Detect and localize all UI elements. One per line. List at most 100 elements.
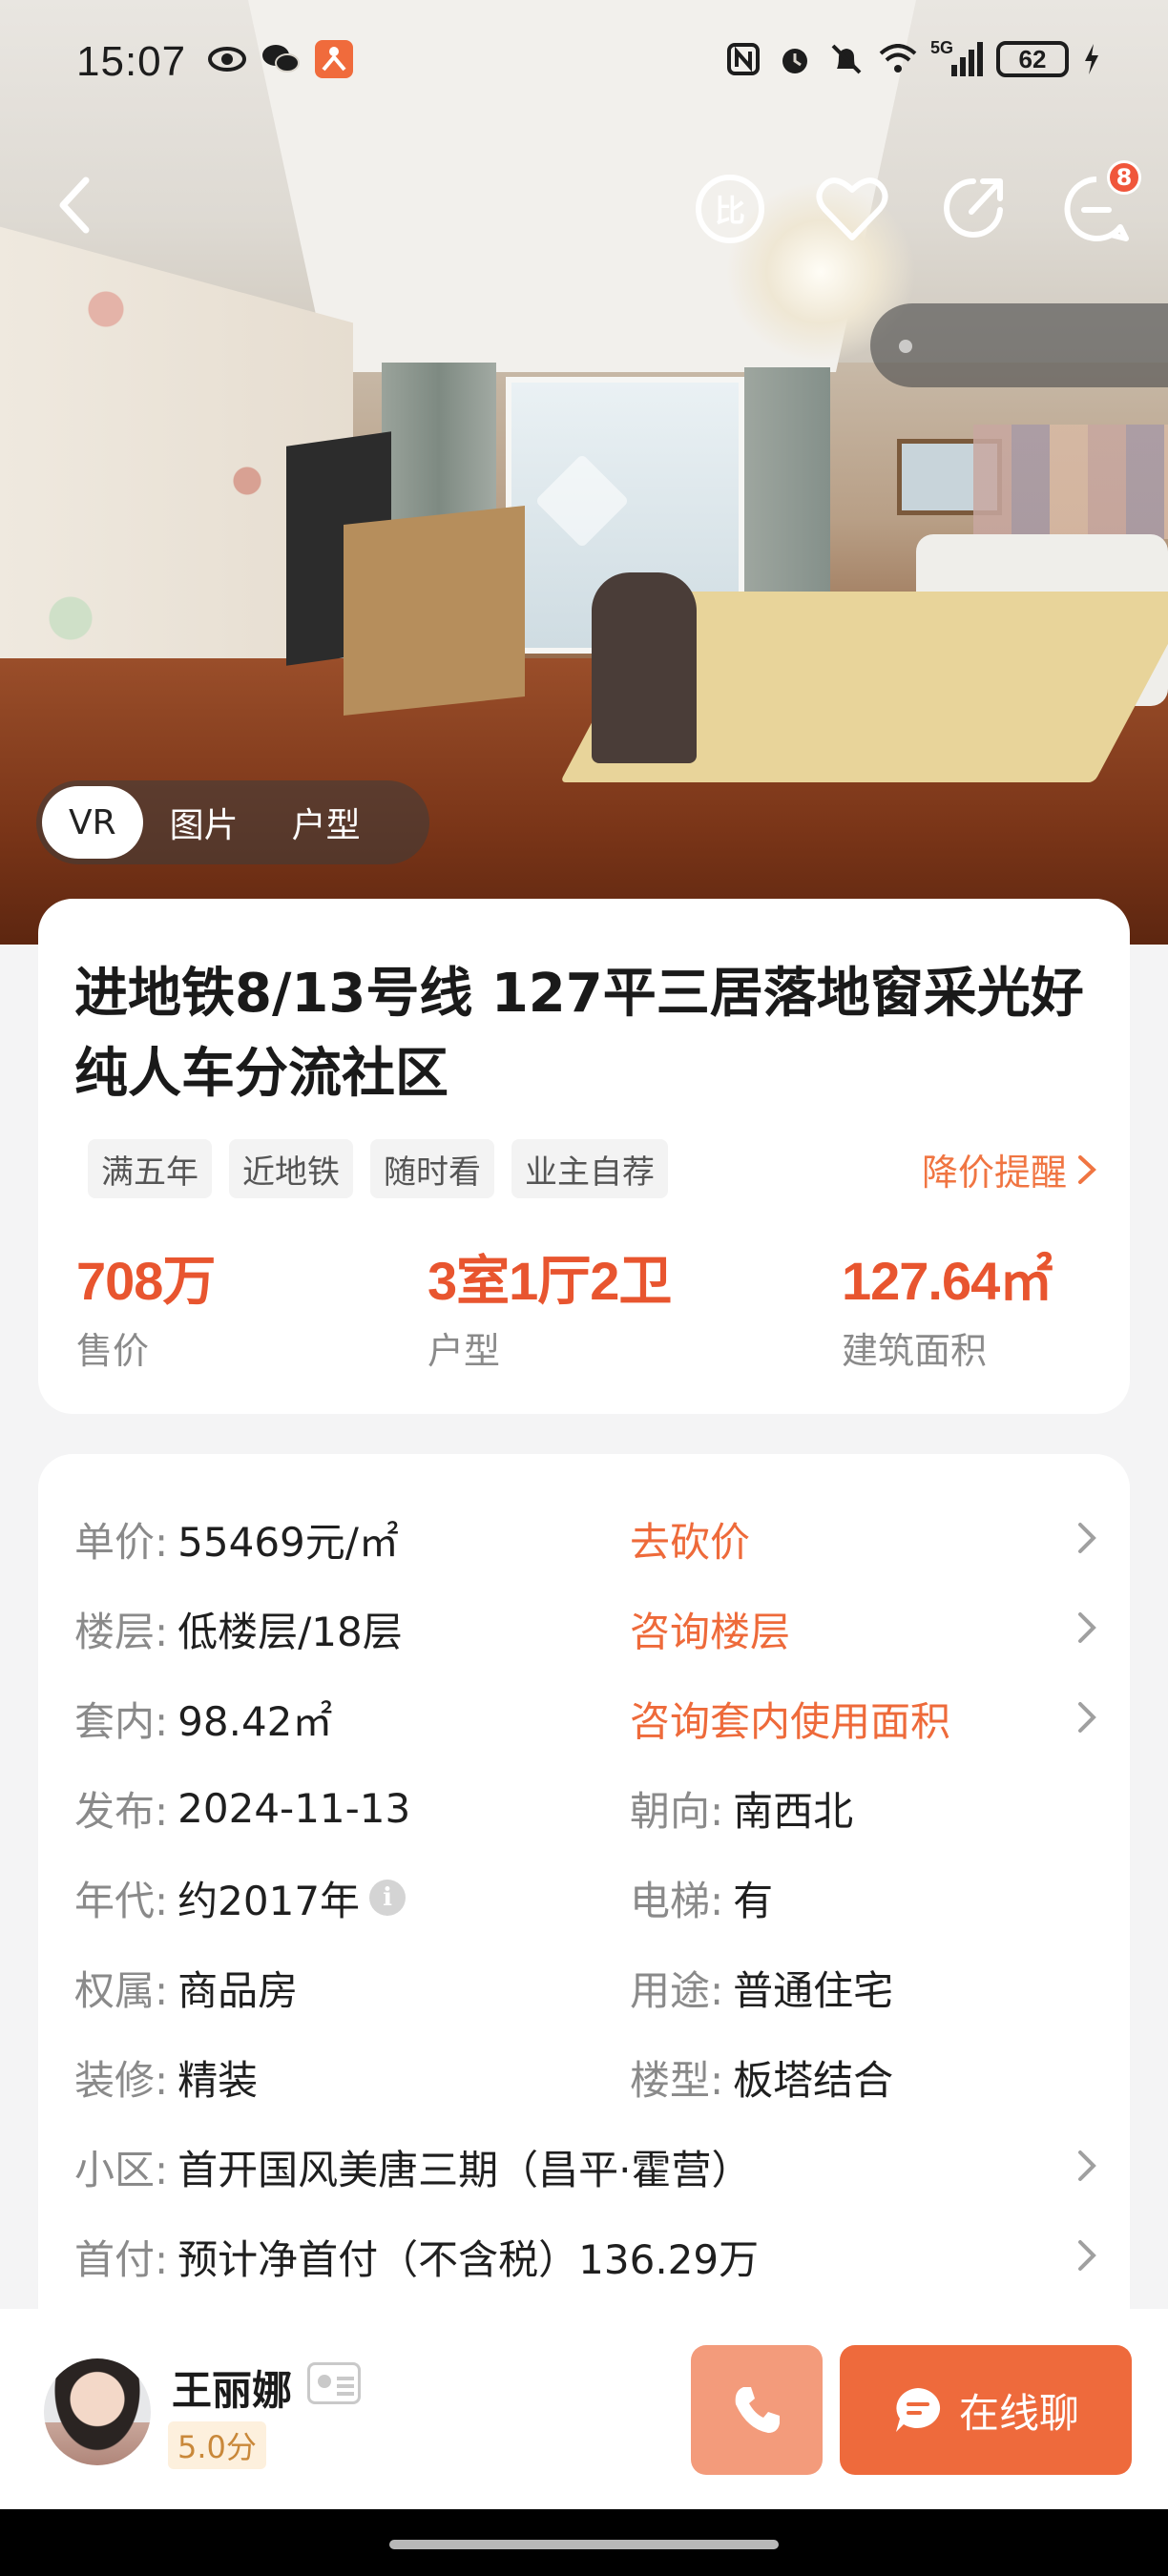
agent-score-badge: 5.0分 bbox=[168, 2421, 266, 2469]
stat-label: 售价 bbox=[76, 1330, 150, 1372]
chevron-right-icon bbox=[1078, 1612, 1096, 1643]
listing-title: 进地铁8/13号线 127平三居落地窗采光好纯人车分流社区 bbox=[74, 963, 1084, 1105]
price-drop-alert-link[interactable]: 降价提醒 bbox=[922, 1143, 1097, 1195]
stat-value: 708万 bbox=[76, 1251, 216, 1311]
consult-floor-link[interactable]: 咨询楼层 bbox=[630, 1600, 790, 1658]
header-actions: 比 8 bbox=[693, 160, 1141, 246]
stat-value: 3室1厅2卫 bbox=[428, 1251, 672, 1311]
detail-label: 装修: bbox=[74, 2056, 169, 2104]
charging-icon bbox=[1082, 40, 1101, 78]
row-ownership-usage: 权属: 商品房 用途: 普通住宅 bbox=[74, 1954, 1105, 2021]
detail-label: 单价: bbox=[74, 1518, 169, 1566]
tag-item: 满五年 bbox=[88, 1139, 212, 1198]
price-alert-label: 降价提醒 bbox=[921, 1152, 1067, 1194]
battery-icon: 62 bbox=[996, 41, 1069, 77]
pill-dot bbox=[899, 340, 912, 353]
online-chat-button[interactable]: 在线聊 bbox=[840, 2345, 1132, 2475]
detail-label: 发布: bbox=[74, 1787, 169, 1835]
detail-value: 预计净首付（不含税）136.29万 bbox=[177, 2235, 760, 2283]
chevron-right-icon bbox=[1078, 1154, 1096, 1184]
stat-price: 708万 售价 bbox=[76, 1238, 216, 1374]
detail-label: 楼层: bbox=[74, 1608, 169, 1655]
status-time: 15:07 bbox=[76, 38, 187, 85]
status-bar: 15:07 5G 62 bbox=[0, 0, 1168, 134]
detail-value: 低楼层/18层 bbox=[177, 1608, 403, 1655]
detail-label: 电梯: bbox=[630, 1877, 724, 1924]
row-community[interactable]: 小区: 首开国风美唐三期（昌平·霍营） bbox=[74, 2133, 1105, 2200]
agent-contact-bar: 王丽娜 5.0分 在线聊 bbox=[0, 2309, 1168, 2509]
orientation-field: 朝向: 南西北 bbox=[630, 1779, 853, 1838]
row-inner-area[interactable]: 套内: 98.42㎡ 咨询套内使用面积 bbox=[74, 1685, 1105, 1752]
chevron-right-icon bbox=[1078, 1523, 1096, 1553]
detail-label: 楼型: bbox=[630, 2056, 724, 2104]
eye-icon bbox=[208, 40, 246, 78]
messages-button[interactable]: 8 bbox=[1059, 160, 1141, 246]
mute-bell-icon bbox=[827, 40, 866, 78]
elevator-field: 电梯: 有 bbox=[630, 1869, 773, 1927]
share-icon bbox=[944, 178, 1003, 238]
detail-label: 小区: bbox=[74, 2146, 169, 2193]
usage-field: 用途: 普通住宅 bbox=[630, 1959, 893, 2017]
agent-avatar[interactable] bbox=[44, 2358, 151, 2465]
favorite-button[interactable] bbox=[815, 172, 889, 246]
detail-value: 有 bbox=[733, 1877, 774, 1924]
battery-level: 62 bbox=[1018, 44, 1047, 73]
stat-label: 建筑面积 bbox=[842, 1330, 988, 1372]
agent-name[interactable]: 王丽娜 bbox=[172, 2358, 292, 2417]
cardboard-boxes bbox=[344, 506, 525, 716]
mosaic-blur bbox=[973, 425, 1168, 539]
detail-value: 板塔结合 bbox=[733, 2056, 894, 2104]
message-count-badge: 8 bbox=[1107, 160, 1141, 195]
tab-photos[interactable]: 图片 bbox=[143, 786, 265, 859]
phone-icon bbox=[735, 2387, 780, 2433]
floating-pill[interactable] bbox=[870, 303, 1168, 387]
row-decoration-building: 装修: 精装 楼型: 板塔结合 bbox=[74, 2044, 1105, 2110]
row-publish-orientation: 发布: 2024-11-13 朝向: 南西北 bbox=[74, 1775, 1105, 1841]
chat-label: 在线聊 bbox=[958, 2389, 1079, 2437]
hero-vr-image[interactable]: 15:07 5G 62 比 8 VR 图片 户型 bbox=[0, 0, 1168, 945]
chevron-left-icon bbox=[59, 177, 90, 234]
stat-label: 户型 bbox=[428, 1330, 501, 1372]
tab-floorplan[interactable]: 户型 bbox=[265, 786, 387, 859]
status-icons-right: 5G 62 bbox=[724, 38, 1101, 78]
row-unit-price[interactable]: 单价: 55469元/㎡ 去砍价 bbox=[74, 1506, 1105, 1572]
nfc-icon bbox=[724, 40, 762, 78]
row-floor[interactable]: 楼层: 低楼层/18层 咨询楼层 bbox=[74, 1595, 1105, 1662]
tab-vr[interactable]: VR bbox=[42, 786, 143, 859]
detail-label: 首付: bbox=[74, 2235, 169, 2283]
detail-label: 年代: bbox=[74, 1877, 169, 1924]
detail-label: 套内: bbox=[74, 1697, 169, 1745]
tag-item: 近地铁 bbox=[229, 1139, 353, 1198]
detail-label: 用途: bbox=[630, 1966, 724, 2014]
listing-summary-card: 进地铁8/13号线 127平三居落地窗采光好纯人车分流社区 满五年 近地铁 随时… bbox=[38, 899, 1130, 1414]
heart-icon bbox=[816, 177, 888, 240]
back-button[interactable] bbox=[46, 172, 103, 239]
network-type: 5G bbox=[930, 38, 954, 57]
media-tabs: VR 图片 户型 bbox=[36, 780, 429, 864]
stat-value: 127.64㎡ bbox=[842, 1251, 1053, 1311]
chevron-right-icon bbox=[1078, 2240, 1096, 2271]
info-icon[interactable]: i bbox=[369, 1880, 407, 1916]
compare-button[interactable]: 比 bbox=[693, 172, 767, 246]
share-button[interactable] bbox=[937, 172, 1012, 246]
home-indicator[interactable] bbox=[389, 2540, 779, 2549]
detail-value: 南西北 bbox=[733, 1787, 854, 1835]
chevron-right-icon bbox=[1078, 2150, 1096, 2181]
detail-value: 2024-11-13 bbox=[177, 1784, 411, 1832]
chat-bubble-icon bbox=[895, 2388, 941, 2432]
bargain-link[interactable]: 去砍价 bbox=[630, 1510, 750, 1568]
tag-item: 业主自荐 bbox=[511, 1139, 668, 1198]
consult-area-link[interactable]: 咨询套内使用面积 bbox=[630, 1690, 950, 1748]
detail-value: 商品房 bbox=[177, 1966, 299, 2014]
chair bbox=[592, 572, 697, 763]
row-down-payment[interactable]: 首付: 预计净首付（不含税）136.29万 bbox=[74, 2223, 1105, 2290]
detail-value: 普通住宅 bbox=[733, 1966, 894, 2014]
detail-value: 约2017年 bbox=[177, 1877, 361, 1924]
alarm-icon bbox=[776, 40, 814, 78]
call-button[interactable] bbox=[691, 2345, 823, 2475]
id-card-icon[interactable] bbox=[307, 2362, 361, 2404]
status-icons-left bbox=[208, 40, 353, 78]
detail-label: 权属: bbox=[74, 1966, 169, 2014]
signal-icon: 5G bbox=[930, 38, 983, 76]
stat-layout: 3室1厅2卫 户型 bbox=[428, 1238, 672, 1374]
